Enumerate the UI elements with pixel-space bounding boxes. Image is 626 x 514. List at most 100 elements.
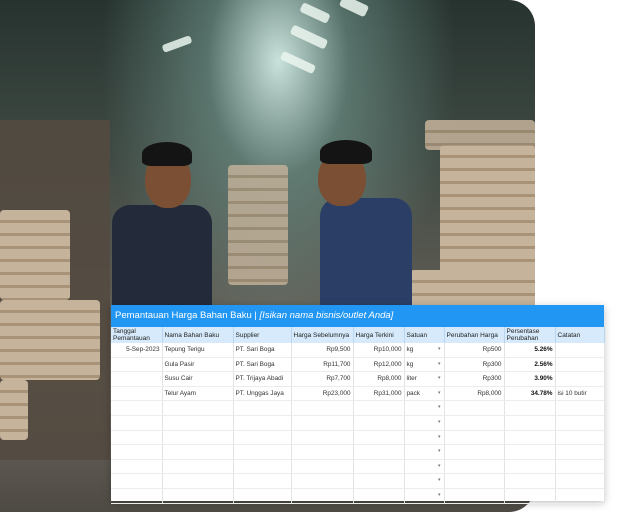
cell-item[interactable]: [162, 415, 234, 431]
cell-unit[interactable]: ▾: [404, 444, 445, 460]
cell-pct[interactable]: 5.26%: [504, 343, 556, 358]
cell-date[interactable]: 5-Sep-2023: [111, 343, 163, 358]
cell-note[interactable]: [555, 357, 605, 373]
cell-prev[interactable]: [291, 488, 354, 504]
cell-unit[interactable]: liter ▾: [404, 371, 445, 387]
cell-supplier[interactable]: [233, 400, 292, 416]
cell-prev[interactable]: Rp7,700: [291, 371, 354, 387]
cell-item[interactable]: [162, 488, 234, 504]
cell-pct[interactable]: [504, 473, 556, 489]
cell-pct[interactable]: [504, 444, 556, 460]
cell-curr[interactable]: Rp8,000: [353, 371, 405, 387]
cell-item[interactable]: [162, 400, 234, 416]
cell-item[interactable]: [162, 473, 234, 489]
dropdown-arrow-icon[interactable]: ▾: [438, 390, 441, 396]
cell-change[interactable]: Rp300: [444, 371, 505, 387]
cell-unit[interactable]: kg ▾: [404, 343, 445, 358]
cell-change[interactable]: [444, 488, 505, 504]
cell-date[interactable]: [111, 386, 163, 402]
dropdown-arrow-icon[interactable]: ▾: [438, 448, 441, 454]
cell-pct[interactable]: 34.78%: [504, 386, 556, 402]
cell-date[interactable]: [111, 444, 163, 460]
cell-item[interactable]: [162, 459, 234, 475]
cell-note[interactable]: [555, 488, 605, 504]
cell-note[interactable]: [555, 473, 605, 489]
cell-note[interactable]: isi 10 butir: [555, 386, 605, 402]
cell-date[interactable]: [111, 415, 163, 431]
cell-supplier[interactable]: [233, 459, 292, 475]
cell-prev[interactable]: [291, 415, 354, 431]
cell-change[interactable]: [444, 473, 505, 489]
cell-item[interactable]: Tepung Terigu: [162, 343, 234, 358]
cell-supplier[interactable]: PT. Trijaya Abadi: [233, 371, 292, 387]
cell-prev[interactable]: [291, 430, 354, 446]
cell-pct[interactable]: [504, 488, 556, 504]
cell-date[interactable]: [111, 459, 163, 475]
cell-curr[interactable]: [353, 473, 405, 489]
col-header-change[interactable]: Perubahan Harga: [444, 327, 505, 343]
cell-prev[interactable]: Rp23,000: [291, 386, 354, 402]
cell-unit[interactable]: ▾: [404, 488, 445, 504]
cell-supplier[interactable]: [233, 430, 292, 446]
cell-supplier[interactable]: [233, 473, 292, 489]
cell-unit[interactable]: ▾: [404, 415, 445, 431]
cell-note[interactable]: [555, 371, 605, 387]
cell-item[interactable]: [162, 444, 234, 460]
cell-change[interactable]: [444, 430, 505, 446]
cell-pct[interactable]: 3.90%: [504, 371, 556, 387]
cell-note[interactable]: [555, 459, 605, 475]
dropdown-arrow-icon[interactable]: ▾: [438, 375, 441, 381]
cell-note[interactable]: [555, 430, 605, 446]
cell-change[interactable]: [444, 444, 505, 460]
cell-item[interactable]: [162, 430, 234, 446]
cell-change[interactable]: [444, 415, 505, 431]
cell-curr[interactable]: [353, 415, 405, 431]
cell-date[interactable]: [111, 430, 163, 446]
cell-note[interactable]: [555, 415, 605, 431]
dropdown-arrow-icon[interactable]: ▾: [438, 492, 441, 498]
dropdown-arrow-icon[interactable]: ▾: [438, 434, 441, 440]
cell-unit[interactable]: ▾: [404, 430, 445, 446]
col-header-pct[interactable]: Persentase Perubahan: [504, 327, 556, 343]
dropdown-arrow-icon[interactable]: ▾: [438, 404, 441, 410]
dropdown-arrow-icon[interactable]: ▾: [438, 361, 441, 367]
cell-curr[interactable]: [353, 430, 405, 446]
dropdown-arrow-icon[interactable]: ▾: [438, 463, 441, 469]
cell-pct[interactable]: [504, 400, 556, 416]
cell-curr[interactable]: [353, 400, 405, 416]
dropdown-arrow-icon[interactable]: ▾: [438, 477, 441, 483]
cell-prev[interactable]: [291, 473, 354, 489]
cell-pct[interactable]: 2.56%: [504, 357, 556, 373]
cell-pct[interactable]: [504, 430, 556, 446]
cell-curr[interactable]: [353, 488, 405, 504]
cell-supplier[interactable]: PT. Sari Boga: [233, 357, 292, 373]
cell-supplier[interactable]: [233, 444, 292, 460]
dropdown-arrow-icon[interactable]: ▾: [438, 346, 441, 352]
cell-date[interactable]: [111, 400, 163, 416]
cell-change[interactable]: Rp500: [444, 343, 505, 358]
col-header-supplier[interactable]: Supplier: [233, 327, 292, 343]
col-header-prev-price[interactable]: Harga Sebelumnya: [291, 327, 354, 343]
cell-date[interactable]: [111, 357, 163, 373]
cell-change[interactable]: Rp300: [444, 357, 505, 373]
cell-date[interactable]: [111, 488, 163, 504]
col-header-date[interactable]: Tanggal Pemantauan: [111, 327, 163, 343]
cell-supplier[interactable]: PT. Sari Boga: [233, 343, 292, 358]
cell-prev[interactable]: Rp9,500: [291, 343, 354, 358]
cell-item[interactable]: Susu Cair: [162, 371, 234, 387]
cell-unit[interactable]: kg ▾: [404, 357, 445, 373]
cell-curr[interactable]: Rp10,000: [353, 343, 405, 358]
cell-curr[interactable]: Rp31,000: [353, 386, 405, 402]
cell-change[interactable]: Rp8,000: [444, 386, 505, 402]
dropdown-arrow-icon[interactable]: ▾: [438, 419, 441, 425]
cell-unit[interactable]: ▾: [404, 459, 445, 475]
cell-curr[interactable]: [353, 444, 405, 460]
cell-prev[interactable]: [291, 459, 354, 475]
cell-prev[interactable]: [291, 444, 354, 460]
cell-supplier[interactable]: [233, 488, 292, 504]
cell-item[interactable]: Gula Pasir: [162, 357, 234, 373]
cell-note[interactable]: [555, 400, 605, 416]
cell-date[interactable]: [111, 473, 163, 489]
cell-curr[interactable]: Rp12,000: [353, 357, 405, 373]
cell-curr[interactable]: [353, 459, 405, 475]
